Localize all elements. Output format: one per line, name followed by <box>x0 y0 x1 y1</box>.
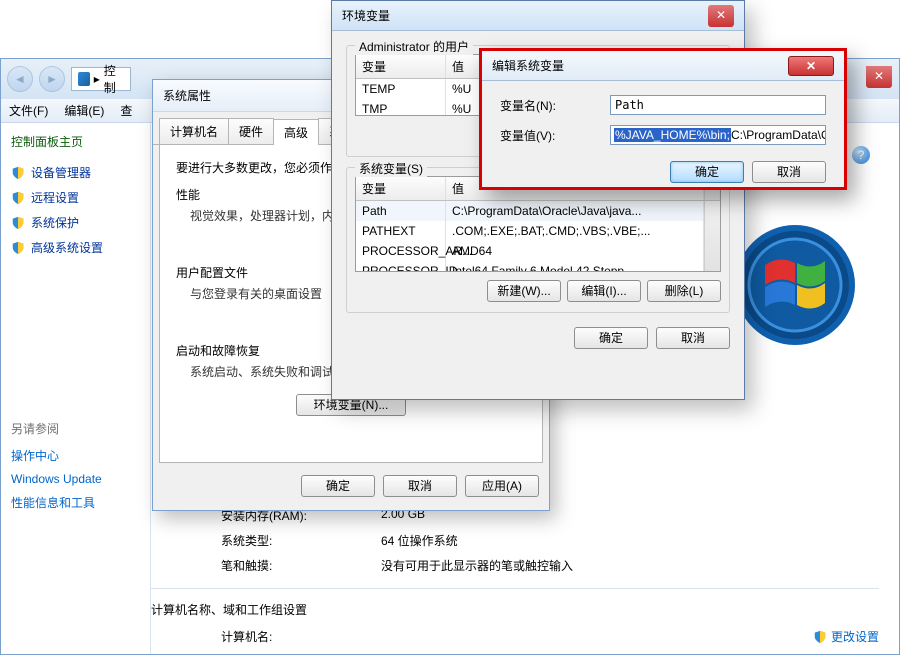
row-systype: 系统类型: 64 位操作系统 <box>221 528 899 553</box>
delete-button[interactable]: 删除(L) <box>647 280 721 302</box>
sidebar-item-label: 系统保护 <box>31 214 79 231</box>
seealso-windows-update[interactable]: Windows Update <box>11 468 140 490</box>
list-row[interactable]: PATHEXT .COM;.EXE;.BAT;.CMD;.VBS;.VBE;..… <box>356 221 704 241</box>
list-row[interactable]: Path C:\ProgramData\Oracle\Java\java... <box>356 201 704 221</box>
list-row[interactable]: PROCESSOR_AR... AMD64 <box>356 241 704 261</box>
row-compname: 计算机名: 更改设置 <box>221 624 899 649</box>
cell-var: PROCESSOR_AR... <box>356 241 446 261</box>
cell-val: C:\ProgramData\Oracle\Java\java... <box>446 201 704 221</box>
sidebar: 控制面板主页 设备管理器 远程设置 系统保护 高级系统设置 另请参阅 操作中心 … <box>1 123 151 654</box>
sidebar-item-label: 远程设置 <box>31 189 79 206</box>
menu-view[interactable]: 查 <box>120 102 132 119</box>
change-settings-link[interactable]: 更改设置 <box>813 628 879 645</box>
close-icon[interactable]: ✕ <box>708 5 734 27</box>
help-icon: ? <box>852 146 870 164</box>
envvar-title-text: 环境变量 <box>342 7 390 24</box>
label-compname: 计算机名: <box>221 628 381 645</box>
sysprop-buttons: 确定 取消 应用(A) <box>153 469 549 503</box>
edit-button[interactable]: 编辑(I)... <box>567 280 641 302</box>
cell-var: TMP <box>356 99 446 115</box>
shield-icon <box>813 630 827 644</box>
sidebar-item-remote[interactable]: 远程设置 <box>11 185 140 210</box>
sidebar-item-label: 高级系统设置 <box>31 239 103 256</box>
cell-val: .COM;.EXE;.BAT;.CMD;.VBS;.VBE;... <box>446 221 704 241</box>
menu-file[interactable]: 文件(F) <box>9 102 48 119</box>
sidebar-item-advanced[interactable]: 高级系统设置 <box>11 235 140 260</box>
cancel-button[interactable]: 取消 <box>383 475 457 497</box>
close-button[interactable]: ✕ <box>788 56 834 76</box>
label-var-name: 变量名(N): <box>500 97 610 114</box>
value-systype: 64 位操作系统 <box>381 532 458 549</box>
tab-advanced[interactable]: 高级 <box>273 119 319 145</box>
var-value-input[interactable]: %JAVA_HOME%\bin;C:\ProgramData\Orac <box>610 125 826 145</box>
shield-icon <box>11 216 25 230</box>
value-selected-text: %JAVA_HOME%\bin; <box>614 128 731 142</box>
value-rest-text: C:\ProgramData\Orac <box>731 128 826 142</box>
var-name-input[interactable] <box>610 95 826 115</box>
apply-button[interactable]: 应用(A) <box>465 475 539 497</box>
edit-system-variable-dialog: 编辑系统变量 ✕ 变量名(N): 变量值(V): %JAVA_HOME%\bin… <box>479 48 847 190</box>
row-var-name: 变量名(N): <box>500 95 826 115</box>
shield-icon <box>11 166 25 180</box>
ok-button[interactable]: 确定 <box>670 161 744 183</box>
label-systype: 系统类型: <box>221 532 381 549</box>
envvar-titlebar[interactable]: 环境变量 ✕ <box>332 1 744 31</box>
seealso-action-center[interactable]: 操作中心 <box>11 443 140 468</box>
row-var-value: 变量值(V): %JAVA_HOME%\bin;C:\ProgramData\O… <box>500 125 826 145</box>
help-button[interactable]: ? <box>852 146 870 164</box>
cell-var: PROCESSOR_ID... <box>356 261 446 271</box>
ok-button[interactable]: 确定 <box>301 475 375 497</box>
editdlg-title-text: 编辑系统变量 <box>492 57 564 74</box>
seealso-heading: 另请参阅 <box>11 420 140 437</box>
sidebar-item-protection[interactable]: 系统保护 <box>11 210 140 235</box>
cell-var: PATHEXT <box>356 221 446 241</box>
cancel-button[interactable]: 取消 <box>752 161 826 183</box>
explorer-close-button[interactable]: ✕ <box>866 66 892 88</box>
col-variable[interactable]: 变量 <box>356 177 446 200</box>
breadcrumb[interactable]: ▸ 控制 <box>71 67 131 91</box>
system-vars-legend: 系统变量(S) <box>355 160 427 177</box>
user-vars-legend: Administrator 的用户 <box>355 38 473 55</box>
list-row[interactable]: PROCESSOR_ID... Intel64 Family 6 Model 4… <box>356 261 704 271</box>
label-pen: 笔和触摸: <box>221 557 381 574</box>
sidebar-item-label: 设备管理器 <box>31 164 91 181</box>
shield-icon <box>11 241 25 255</box>
new-button[interactable]: 新建(W)... <box>487 280 561 302</box>
shield-icon <box>11 191 25 205</box>
close-icon: ✕ <box>866 66 892 88</box>
col-variable[interactable]: 变量 <box>356 55 446 78</box>
editdlg-titlebar[interactable]: 编辑系统变量 ✕ <box>482 51 844 81</box>
nav-back-button[interactable]: ◄ <box>7 66 33 92</box>
ok-button[interactable]: 确定 <box>574 327 648 349</box>
value-pen: 没有可用于此显示器的笔或触控输入 <box>381 557 573 574</box>
sidebar-seealso: 另请参阅 操作中心 Windows Update 性能信息和工具 <box>11 420 140 515</box>
sidebar-item-device-manager[interactable]: 设备管理器 <box>11 160 140 185</box>
cell-val: Intel64 Family 6 Model 42 Stepp <box>446 261 704 271</box>
sysprop-title-text: 系统属性 <box>163 87 211 104</box>
sidebar-heading[interactable]: 控制面板主页 <box>11 133 140 150</box>
breadcrumb-sep: ▸ <box>94 72 100 86</box>
menu-edit[interactable]: 编辑(E) <box>64 102 104 119</box>
editdlg-body: 变量名(N): 变量值(V): %JAVA_HOME%\bin;C:\Progr… <box>482 81 844 191</box>
cell-var: Path <box>356 201 446 221</box>
cell-var: TEMP <box>356 79 446 99</box>
tab-computer-name[interactable]: 计算机名 <box>159 118 229 144</box>
computer-icon <box>78 72 90 86</box>
row-pen: 笔和触摸: 没有可用于此显示器的笔或触控输入 <box>221 553 899 578</box>
seealso-perfinfo[interactable]: 性能信息和工具 <box>11 490 140 515</box>
windows-logo <box>730 220 860 350</box>
cancel-button[interactable]: 取消 <box>656 327 730 349</box>
cell-val: AMD64 <box>446 241 704 261</box>
section-compname: 计算机名称、域和工作组设置 <box>151 601 899 618</box>
tab-hardware[interactable]: 硬件 <box>228 118 274 144</box>
nav-forward-button[interactable]: ► <box>39 66 65 92</box>
label-var-value: 变量值(V): <box>500 127 610 144</box>
change-settings-label: 更改设置 <box>831 628 879 645</box>
breadcrumb-text: 控制 <box>104 62 124 96</box>
scrollbar[interactable] <box>704 201 720 271</box>
